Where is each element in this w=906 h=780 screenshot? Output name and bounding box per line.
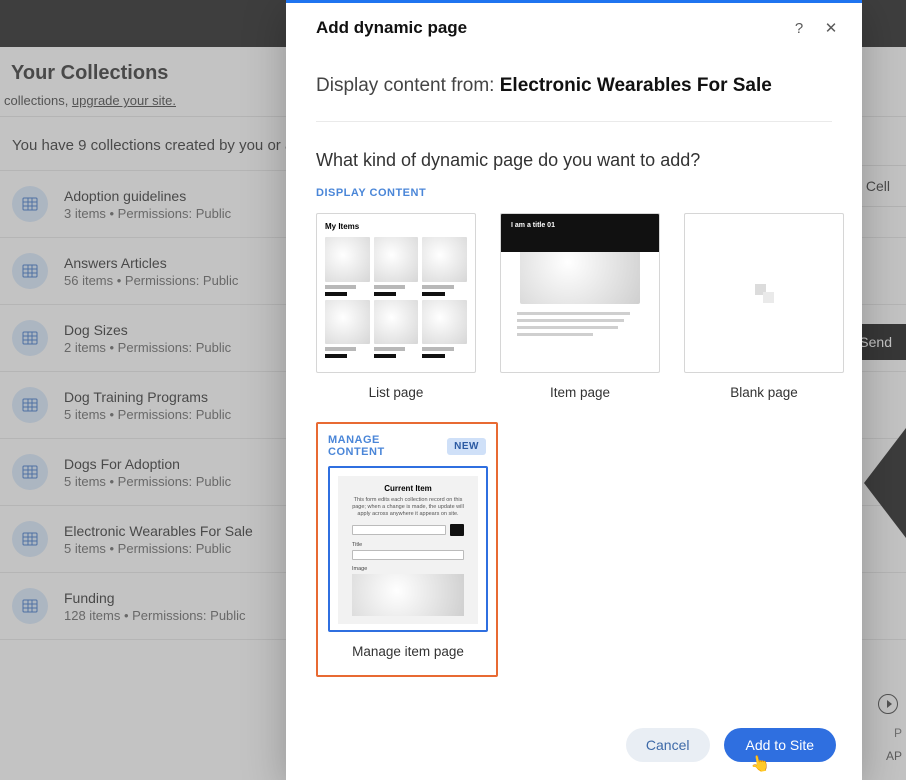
preview-heading: I am a title 01 [511, 222, 555, 229]
item-page-preview: I am a title 01 [500, 213, 660, 373]
option-label: Item page [500, 373, 660, 404]
cursor-icon: 👆 [748, 752, 771, 775]
question-text: What kind of dynamic page do you want to… [316, 122, 832, 181]
manage-section-highlight: MANAGE CONTENT NEW Current Item This for… [316, 422, 498, 677]
add-dynamic-page-modal: Add dynamic page ? ✕ Display content fro… [286, 0, 862, 780]
option-blank-page[interactable]: Blank page [684, 213, 844, 404]
close-icon[interactable]: ✕ [820, 17, 842, 39]
preview-sub: This form edits each collection record o… [346, 497, 470, 518]
display-from-value: Electronic Wearables For Sale [500, 75, 772, 96]
option-label: Manage item page [328, 632, 488, 663]
modal-title: Add dynamic page [316, 18, 778, 38]
preview-title: Current Item [346, 484, 470, 493]
display-from-line: Display content from: Electronic Wearabl… [316, 57, 832, 122]
help-icon[interactable]: ? [788, 17, 810, 39]
list-page-preview: My Items [316, 213, 476, 373]
cancel-button[interactable]: Cancel [626, 728, 710, 762]
blank-page-preview [684, 213, 844, 373]
section-display-label: DISPLAY CONTENT [316, 181, 832, 209]
option-manage-item-page[interactable]: Current Item This form edits each collec… [328, 466, 488, 663]
option-item-page[interactable]: I am a title 01 Item page [500, 213, 660, 404]
preview-heading: My Items [317, 214, 475, 235]
manage-item-preview: Current Item This form edits each collec… [328, 466, 488, 632]
display-from-prefix: Display content from: [316, 75, 500, 96]
option-label: List page [316, 373, 476, 404]
new-badge: NEW [447, 438, 486, 455]
option-label: Blank page [684, 373, 844, 404]
preview-label-image: Image [352, 566, 464, 572]
option-list-page[interactable]: My Items List page [316, 213, 476, 404]
section-manage-label: MANAGE CONTENT NEW [328, 434, 486, 466]
add-to-site-button[interactable]: Add to Site [724, 728, 837, 762]
section-manage-text: MANAGE CONTENT [328, 434, 439, 458]
display-options-row: My Items List page I am a title 01 [316, 209, 832, 422]
preview-label-title: Title [352, 542, 464, 548]
